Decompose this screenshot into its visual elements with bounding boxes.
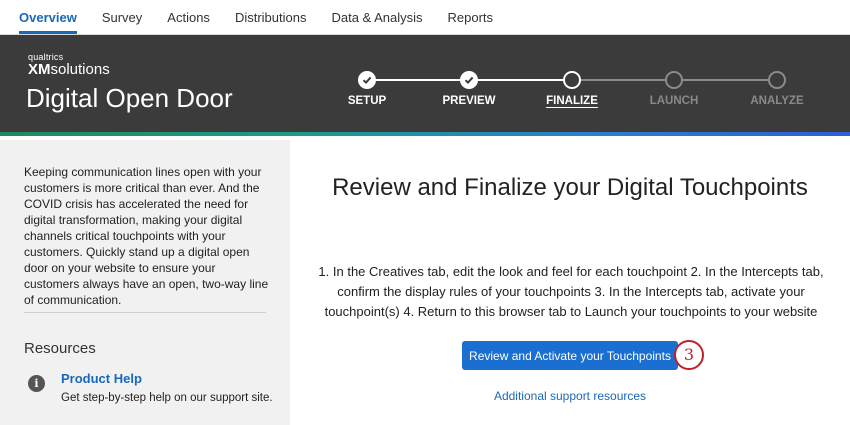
tab-reports[interactable]: Reports bbox=[448, 0, 494, 34]
tab-label: Distributions bbox=[234, 9, 307, 25]
tab-label: Actions bbox=[167, 9, 210, 25]
progress-stepper: SETUP PREVIEW FINALIZE LAUNCH ANALYZE bbox=[340, 71, 820, 111]
step-setup[interactable]: SETUP bbox=[348, 95, 386, 107]
tab-label: Survey bbox=[101, 9, 143, 25]
tab-distributions[interactable]: Distributions bbox=[235, 0, 307, 34]
info-icon: i bbox=[28, 375, 45, 392]
tab-label: Overview bbox=[19, 9, 77, 25]
instructions-text: 1. In the Creatives tab, edit the look a… bbox=[318, 264, 824, 319]
banner-gradient-stripe bbox=[0, 132, 850, 136]
page-title: Digital Open Door bbox=[26, 83, 233, 113]
xm-solutions-logo: qualtrics XMsolutions bbox=[28, 53, 110, 78]
divider bbox=[24, 312, 266, 313]
tab-survey[interactable]: Survey bbox=[102, 0, 142, 34]
step-finalize-dot bbox=[563, 71, 581, 89]
button-label: Review and Activate your Touchpoints bbox=[469, 348, 671, 363]
project-banner: qualtrics XMsolutions Digital Open Door … bbox=[0, 35, 850, 136]
step-callout-badge: 3 bbox=[674, 340, 704, 370]
step-preview[interactable]: PREVIEW bbox=[442, 95, 495, 107]
sidebar: Keeping communication lines open with yo… bbox=[0, 140, 290, 425]
step-finalize[interactable]: FINALIZE bbox=[546, 95, 598, 107]
product-help-description: Get step-by-step help on our support sit… bbox=[61, 392, 273, 404]
step-setup-check-icon bbox=[358, 71, 376, 89]
step-analyze-dot bbox=[768, 71, 786, 89]
product-help-link[interactable]: Product Help bbox=[61, 371, 142, 386]
top-nav: Overview Survey Actions Distributions Da… bbox=[0, 0, 850, 35]
logo-solutions: solutions bbox=[50, 61, 110, 78]
tab-data-analysis[interactable]: Data & Analysis bbox=[331, 0, 422, 34]
section-title: Review and Finalize your Digital Touchpo… bbox=[332, 174, 808, 201]
additional-support-link[interactable]: Additional support resources bbox=[470, 389, 670, 403]
intro-text: Keeping communication lines open with yo… bbox=[24, 165, 269, 307]
tab-actions[interactable]: Actions bbox=[167, 0, 210, 34]
step-launch-dot bbox=[665, 71, 683, 89]
review-activate-button[interactable]: Review and Activate your Touchpoints bbox=[462, 341, 678, 370]
tab-label: Reports bbox=[447, 9, 494, 25]
resources-heading: Resources bbox=[24, 340, 96, 357]
step-preview-check-icon bbox=[460, 71, 478, 89]
tab-label: Data & Analysis bbox=[331, 9, 423, 25]
tab-overview[interactable]: Overview bbox=[19, 0, 77, 34]
logo-xm: XM bbox=[28, 61, 51, 78]
step-analyze: ANALYZE bbox=[750, 95, 804, 107]
step-launch: LAUNCH bbox=[649, 95, 699, 107]
